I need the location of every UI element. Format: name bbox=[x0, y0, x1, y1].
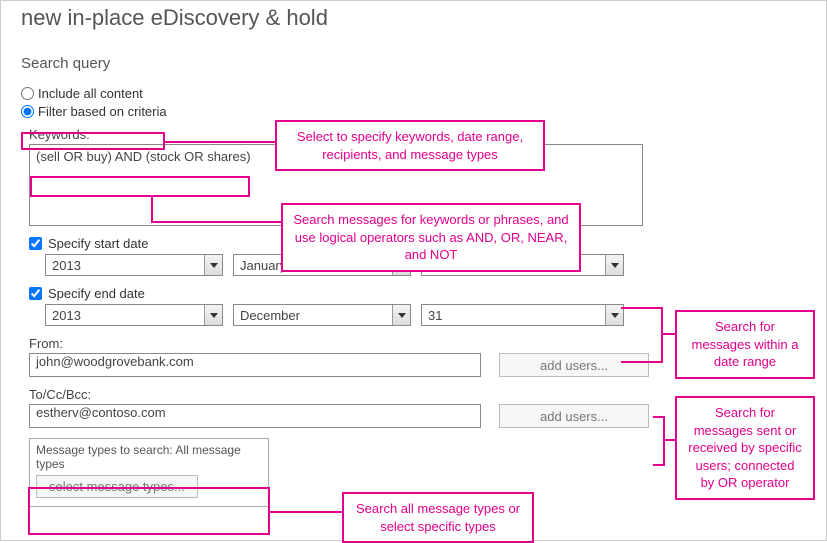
connector-line bbox=[653, 416, 663, 418]
radio-include-all-input[interactable] bbox=[21, 87, 34, 100]
connector-line bbox=[621, 361, 661, 363]
connector-line bbox=[661, 307, 663, 363]
section-title: Search query bbox=[1, 31, 826, 72]
from-value: john@woodgrovebank.com bbox=[36, 354, 194, 369]
radio-criteria-input[interactable] bbox=[21, 105, 34, 118]
chevron-down-icon bbox=[605, 255, 623, 275]
start-year-value: 2013 bbox=[52, 258, 81, 273]
message-types-title-prefix: Message types to search: bbox=[36, 443, 175, 457]
connector-line bbox=[151, 221, 281, 223]
radio-include-all[interactable]: Include all content bbox=[21, 86, 826, 101]
start-month-value: January bbox=[240, 258, 286, 273]
page-title: new in-place eDiscovery & hold bbox=[1, 1, 826, 31]
message-types-title: Message types to search: All message typ… bbox=[36, 443, 262, 471]
chevron-down-icon bbox=[204, 255, 222, 275]
callout-keywords: Search messages for keywords or phrases,… bbox=[281, 203, 581, 272]
radio-criteria[interactable]: Filter based on criteria bbox=[21, 104, 826, 119]
connector-line bbox=[653, 464, 663, 466]
check-start-date-label: Specify start date bbox=[48, 236, 148, 251]
end-month-value: December bbox=[240, 308, 300, 323]
check-start-date-input[interactable] bbox=[29, 237, 42, 250]
chevron-down-icon bbox=[204, 305, 222, 325]
connector-line bbox=[270, 511, 342, 513]
end-month-select[interactable]: December bbox=[233, 304, 411, 326]
radio-include-all-label: Include all content bbox=[38, 86, 143, 101]
start-year-select[interactable]: 2013 bbox=[45, 254, 223, 276]
to-input[interactable]: estherv@contoso.com bbox=[29, 404, 481, 428]
message-types-box: Message types to search: All message typ… bbox=[29, 438, 269, 507]
to-value: estherv@contoso.com bbox=[36, 405, 166, 420]
check-end-date-input[interactable] bbox=[29, 287, 42, 300]
connector-line bbox=[663, 416, 665, 466]
callout-message-types: Search all message types or select speci… bbox=[342, 492, 534, 543]
keywords-value: (sell OR buy) AND (stock OR shares) bbox=[36, 149, 251, 164]
end-day-select[interactable]: 31 bbox=[421, 304, 624, 326]
select-message-types-button[interactable]: select message types... bbox=[36, 475, 198, 498]
check-end-date[interactable]: Specify end date bbox=[29, 286, 826, 301]
from-input[interactable]: john@woodgrovebank.com bbox=[29, 353, 481, 377]
to-add-users-button[interactable]: add users... bbox=[499, 404, 649, 428]
check-end-date-label: Specify end date bbox=[48, 286, 145, 301]
end-year-select[interactable]: 2013 bbox=[45, 304, 223, 326]
end-day-value: 31 bbox=[428, 308, 442, 323]
connector-line bbox=[151, 197, 153, 221]
callout-date-range: Search for messages within a date range bbox=[675, 310, 815, 379]
connector-line bbox=[661, 333, 675, 335]
radio-criteria-label: Filter based on criteria bbox=[38, 104, 167, 119]
chevron-down-icon bbox=[392, 305, 410, 325]
from-add-users-button[interactable]: add users... bbox=[499, 353, 649, 377]
end-year-value: 2013 bbox=[52, 308, 81, 323]
connector-line bbox=[165, 141, 275, 143]
connector-line bbox=[663, 439, 675, 441]
connector-line bbox=[621, 307, 661, 309]
callout-users: Search for messages sent or received by … bbox=[675, 396, 815, 500]
callout-criteria: Select to specify keywords, date range, … bbox=[275, 120, 545, 171]
